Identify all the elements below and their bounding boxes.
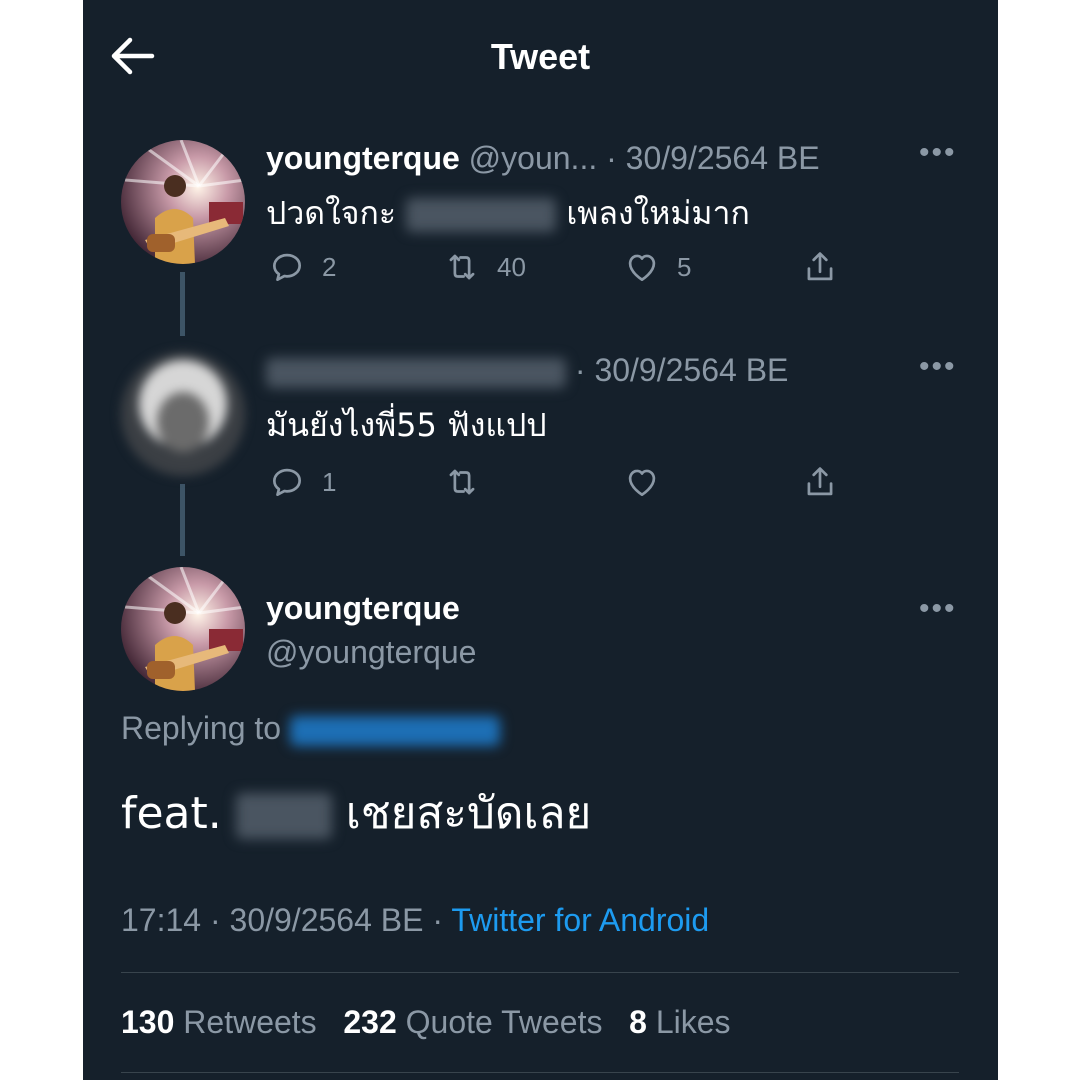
reply-icon xyxy=(272,253,302,282)
tweet-text: ปวดใจกะ เพลงใหม่มาก xyxy=(266,188,750,239)
avatar[interactable] xyxy=(121,567,245,691)
reply-button[interactable]: 1 xyxy=(268,463,336,501)
reply-count: 1 xyxy=(322,466,337,497)
share-icon xyxy=(807,467,833,496)
avatar[interactable] xyxy=(121,140,245,264)
tweet-text-part: feat. xyxy=(121,788,222,839)
handle[interactable]: @youngterque xyxy=(266,634,476,671)
redacted-text xyxy=(406,198,557,232)
tweet-text-part: ปวดใจกะ xyxy=(266,194,396,232)
tweet-screen: Tweet youngterque @youn... · 30/9/2564 B… xyxy=(83,0,998,1080)
like-button[interactable] xyxy=(623,463,661,501)
more-icon[interactable]: ••• xyxy=(919,350,957,384)
quote-tweets-label: Quote Tweets xyxy=(405,1004,603,1040)
retweet-icon xyxy=(449,469,475,495)
reply-count: 2 xyxy=(322,251,337,282)
like-icon xyxy=(628,254,656,282)
retweets-label: Retweets xyxy=(183,1004,317,1040)
redacted-name xyxy=(266,357,566,388)
likes-label: Likes xyxy=(655,1004,731,1040)
page-title: Tweet xyxy=(490,36,591,77)
replying-to-label: Replying to xyxy=(121,710,282,746)
redacted-text xyxy=(235,793,332,839)
display-name[interactable]: youngterque xyxy=(266,590,460,627)
more-icon[interactable]: ••• xyxy=(919,592,957,626)
likes-stat[interactable]: 8 Likes xyxy=(629,1004,730,1040)
tweet-text-part: เพลงใหม่มาก xyxy=(566,194,750,232)
tweet-source-link[interactable]: Twitter for Android xyxy=(451,902,709,938)
retweet-count: 40 xyxy=(497,251,526,282)
thread-line xyxy=(180,272,185,336)
retweet-button[interactable] xyxy=(443,463,481,501)
like-icon xyxy=(628,469,656,497)
tweet-stats: 130 Retweets 232 Quote Tweets 8 Likes xyxy=(121,1004,731,1041)
tweet-header: · 30/9/2564 BE xyxy=(266,352,788,389)
tweet-meta: 17:14 · 30/9/2564 BE · Twitter for Andro… xyxy=(121,902,709,939)
like-button[interactable]: 5 xyxy=(623,248,691,286)
replying-to: Replying to xyxy=(121,710,500,747)
share-icon xyxy=(807,252,833,281)
retweets-stat[interactable]: 130 Retweets xyxy=(121,1004,317,1040)
tweet-date[interactable]: · 30/9/2564 BE xyxy=(575,352,788,388)
retweet-icon xyxy=(449,254,475,280)
likes-count: 8 xyxy=(629,1004,647,1040)
handle[interactable]: @youn... xyxy=(469,140,598,176)
like-count: 5 xyxy=(677,251,692,282)
avatar[interactable] xyxy=(121,352,245,476)
redacted-mention[interactable] xyxy=(289,715,500,746)
tweet-text: feat. เชยสะบัดเลย xyxy=(121,778,591,848)
retweets-count: 130 xyxy=(121,1004,175,1040)
more-icon[interactable]: ••• xyxy=(919,136,957,170)
tweet-timestamp[interactable]: 17:14 · 30/9/2564 BE · xyxy=(121,902,443,938)
display-name[interactable]: youngterque xyxy=(266,140,460,176)
reply-button[interactable]: 2 xyxy=(268,248,336,286)
quote-tweets-count: 232 xyxy=(343,1004,397,1040)
tweet-text-part: เชยสะบัดเลย xyxy=(345,788,592,839)
share-button[interactable] xyxy=(801,248,839,286)
reply-icon xyxy=(272,468,302,497)
thread-line xyxy=(180,484,185,556)
tweet-date[interactable]: · 30/9/2564 BE xyxy=(606,140,819,176)
tweet-text: มันยังไงพี่55 ฟังแปป xyxy=(266,406,547,444)
retweet-button[interactable]: 40 xyxy=(443,248,526,286)
divider xyxy=(121,1072,959,1073)
quote-tweets-stat[interactable]: 232 Quote Tweets xyxy=(343,1004,602,1040)
share-button[interactable] xyxy=(801,463,839,501)
divider xyxy=(121,972,959,973)
tweet-header: youngterque @youn... · 30/9/2564 BE xyxy=(266,140,820,177)
